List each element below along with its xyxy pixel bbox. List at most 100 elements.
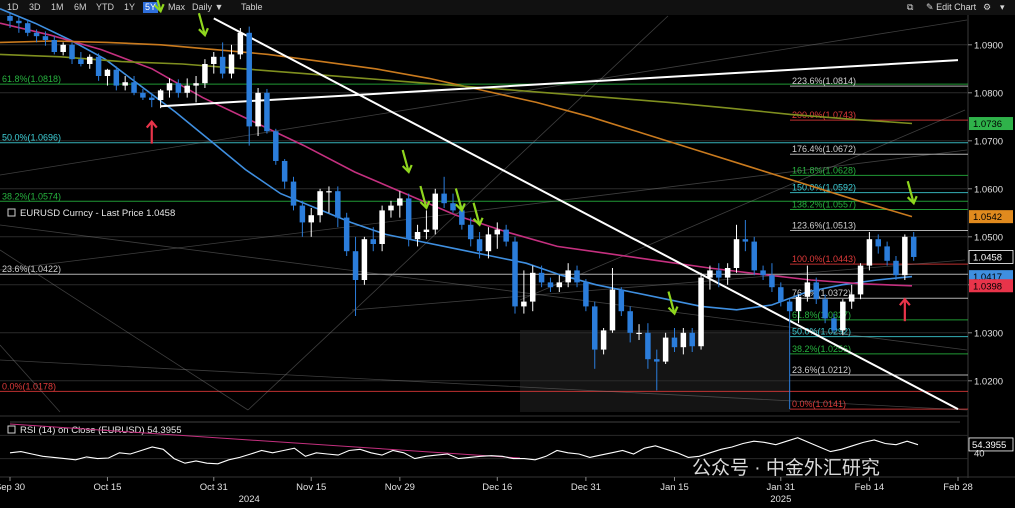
price-tag-label: 1.0458 bbox=[973, 252, 1002, 263]
candle-body bbox=[503, 229, 509, 242]
candle-body bbox=[804, 282, 811, 297]
candle-body bbox=[724, 268, 731, 278]
candle-body bbox=[379, 210, 385, 244]
candle-body bbox=[361, 239, 368, 280]
price-legend: EURUSD Curncy - Last Price 1.0458 bbox=[7, 208, 175, 219]
candle-body bbox=[698, 277, 704, 347]
candle-body bbox=[308, 215, 314, 223]
candle-body bbox=[795, 296, 802, 312]
candle-body bbox=[441, 193, 447, 204]
fib-level-label: 61.8%(1.0818) bbox=[2, 74, 61, 84]
candle-body bbox=[423, 229, 430, 232]
price-legend-label: EURUSD Curncy - Last Price 1.0458 bbox=[20, 208, 175, 219]
candle-body bbox=[281, 160, 288, 182]
candle-body bbox=[95, 56, 102, 76]
candle-body bbox=[326, 191, 332, 193]
candle-body bbox=[432, 193, 439, 230]
candle-body bbox=[299, 205, 306, 223]
candle-body bbox=[352, 251, 359, 280]
candle-body bbox=[414, 232, 421, 240]
candle-body bbox=[335, 191, 341, 218]
candle-body bbox=[388, 205, 394, 211]
candle-body bbox=[521, 301, 527, 307]
price-tag-label: 1.0736 bbox=[973, 119, 1002, 130]
fib-level-label: 0.0%(1.0141) bbox=[792, 399, 846, 409]
x-tick-label: Nov 15 bbox=[296, 482, 326, 493]
candle-body bbox=[166, 83, 173, 91]
shaded-region bbox=[520, 330, 790, 412]
candle-body bbox=[86, 56, 93, 64]
x-tick-label: Jan 15 bbox=[660, 482, 689, 493]
candle-body bbox=[131, 82, 137, 93]
y-tick-label: 1.0300 bbox=[974, 328, 1003, 339]
candle-body bbox=[857, 265, 864, 295]
price-tag-label: 1.0398 bbox=[973, 281, 1002, 292]
candle-body bbox=[662, 337, 669, 362]
fib-level-label: 0.0%(1.0178) bbox=[2, 381, 56, 391]
candle-body bbox=[228, 54, 235, 74]
candle-body bbox=[645, 332, 651, 360]
candle-body bbox=[494, 229, 501, 235]
candle-body bbox=[16, 20, 22, 24]
candle-body bbox=[290, 181, 297, 206]
year-label: 2025 bbox=[770, 494, 791, 505]
fib-level-label: 150.0%(1.0592) bbox=[792, 183, 856, 193]
candle-body bbox=[769, 275, 775, 288]
candle-body bbox=[600, 330, 607, 350]
candle-body bbox=[184, 85, 190, 93]
price-tag-label: 1.0542 bbox=[973, 212, 1002, 223]
candle-body bbox=[751, 241, 757, 271]
candle-body bbox=[24, 23, 31, 33]
candle-body bbox=[69, 44, 75, 60]
x-tick-label: Jan 31 bbox=[767, 482, 796, 493]
candle-body bbox=[875, 239, 882, 247]
candle-body bbox=[592, 306, 598, 350]
x-tick-label: Sep 30 bbox=[0, 482, 25, 493]
candle-body bbox=[122, 82, 128, 86]
candle-body bbox=[733, 239, 740, 268]
eurusd-chart: 61.8%(1.0818) 50.0%(1.0696) 38.2%(1.0574) 2… bbox=[0, 0, 1015, 508]
candle-body bbox=[219, 56, 226, 74]
candle-body bbox=[343, 217, 350, 252]
candle-body bbox=[7, 16, 13, 21]
candle-body bbox=[831, 318, 837, 331]
x-tick-label: Dec 16 bbox=[482, 482, 512, 493]
candle-body bbox=[405, 198, 412, 240]
candle-body bbox=[193, 83, 199, 86]
candle-body bbox=[512, 241, 518, 307]
candle-body bbox=[574, 270, 580, 283]
candle-body bbox=[618, 289, 625, 312]
rsi-tick-label: 40 bbox=[974, 448, 985, 459]
candle-body bbox=[547, 282, 554, 288]
candle-body bbox=[866, 239, 873, 266]
candle-body bbox=[707, 270, 713, 278]
candle-body bbox=[459, 210, 465, 225]
candle-body bbox=[264, 92, 270, 132]
candle-body bbox=[902, 236, 908, 276]
candle-body bbox=[529, 272, 536, 302]
candle-body bbox=[671, 337, 678, 348]
candle-body bbox=[893, 260, 899, 276]
candle-body bbox=[157, 90, 164, 100]
candle-body bbox=[317, 191, 323, 216]
y-tick-label: 1.0600 bbox=[974, 184, 1003, 195]
candle-body bbox=[742, 239, 749, 242]
fib-level-label: 100.0%(1.0443) bbox=[792, 254, 856, 264]
candle-body bbox=[689, 332, 695, 347]
watermark-text: 公众号 · 中金外汇研究 bbox=[692, 457, 880, 479]
candle-body bbox=[149, 97, 155, 100]
candle-body bbox=[565, 270, 571, 283]
candle-body bbox=[397, 198, 403, 206]
candle-body bbox=[237, 32, 244, 55]
candle-body bbox=[140, 92, 146, 98]
candle-body bbox=[33, 32, 40, 37]
candle-body bbox=[760, 270, 766, 276]
candle-body bbox=[654, 359, 660, 362]
candle-body bbox=[202, 64, 208, 84]
candle-body bbox=[78, 59, 84, 64]
x-tick-label: Dec 31 bbox=[571, 482, 601, 493]
fib-level-label: 123.6%(1.0513) bbox=[792, 221, 856, 231]
x-tick-label: Feb 14 bbox=[855, 482, 885, 493]
fib-level-label: 223.6%(1.0814) bbox=[792, 76, 856, 86]
y-tick-label: 1.0500 bbox=[974, 232, 1003, 243]
